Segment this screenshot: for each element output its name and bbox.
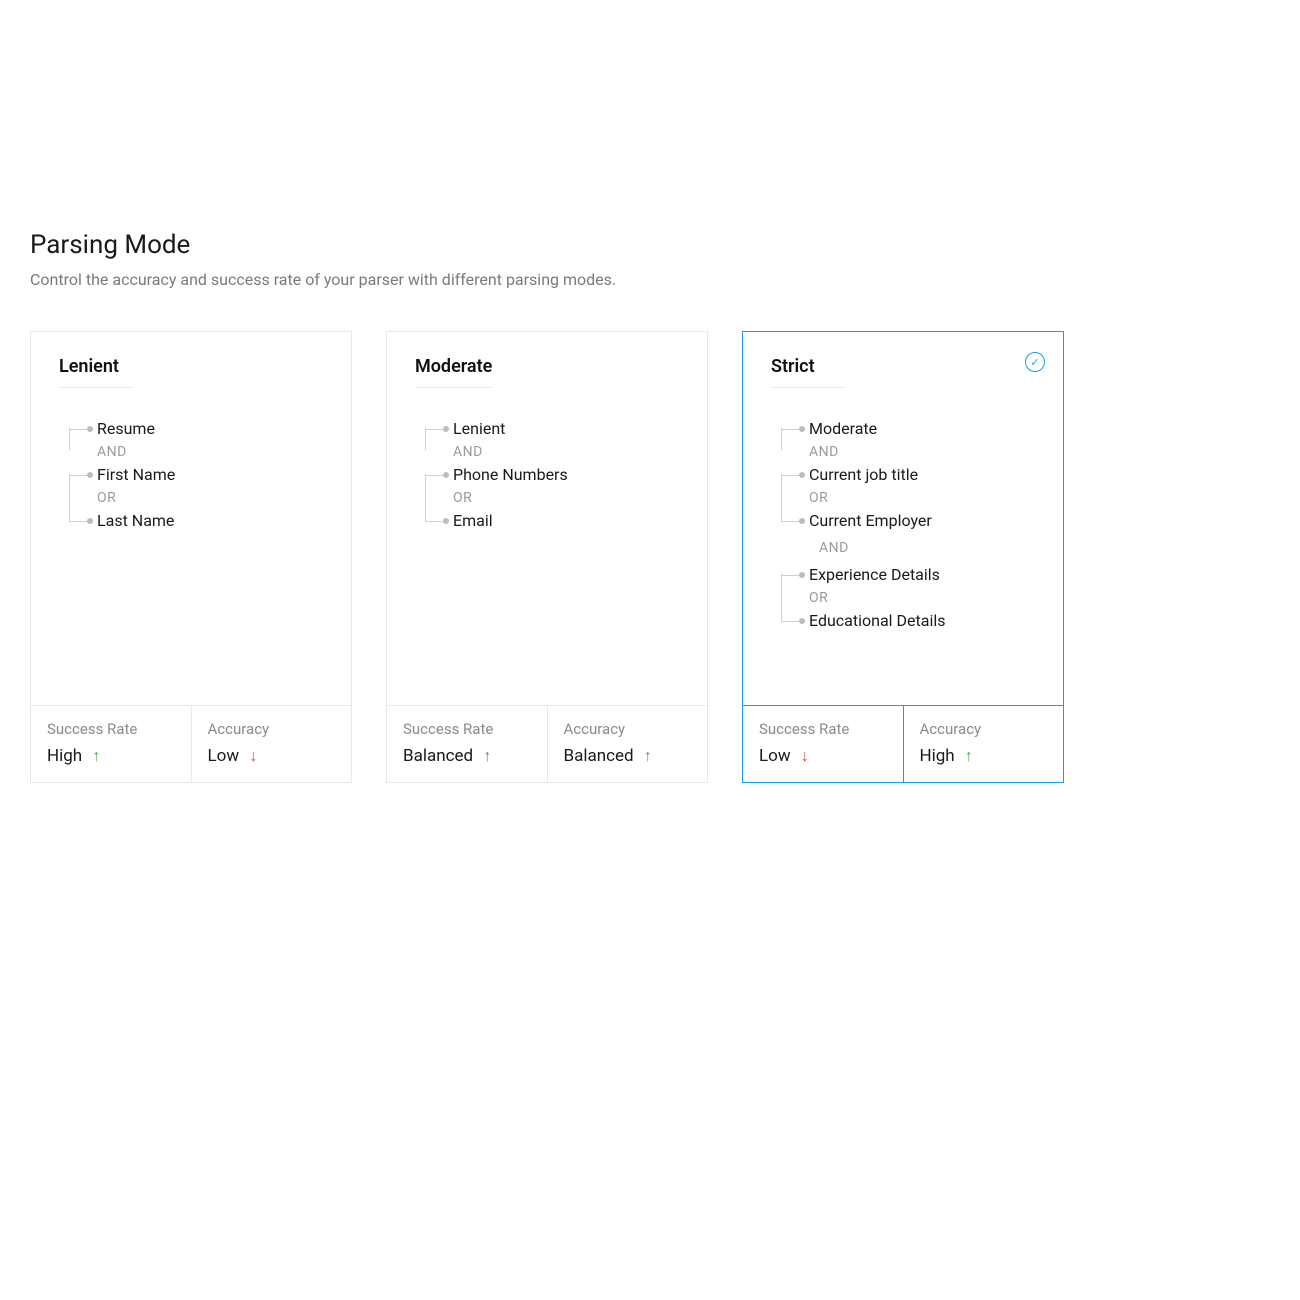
rule-node: Educational Details (781, 610, 1035, 632)
metric-accuracy: Accuracy Balanced ↑ (547, 706, 708, 782)
rule-tree: Lenient AND Phone Numbers OR Email (415, 418, 679, 532)
page-subtitle: Control the accuracy and success rate of… (30, 270, 1270, 289)
metric-accuracy: Accuracy High ↑ (903, 706, 1064, 782)
metric-label: Accuracy (564, 720, 692, 738)
metric-value: Balanced (403, 746, 473, 766)
rule-node: Last Name (69, 510, 323, 532)
metric-label: Success Rate (47, 720, 175, 738)
metric-success-rate: Success Rate High ↑ (31, 706, 191, 782)
metric-label: Accuracy (920, 720, 1048, 738)
rule-node: Experience Details (781, 564, 1035, 586)
rule-node: Current job title (781, 464, 1035, 486)
arrow-up-icon: ↑ (483, 746, 491, 766)
rule-node: First Name (69, 464, 323, 486)
rule-operator: OR (781, 490, 1035, 506)
metric-value: Balanced (564, 746, 634, 766)
metric-value: High (47, 746, 82, 766)
rule-operator: AND (425, 444, 679, 460)
arrow-down-icon: ↓ (249, 746, 257, 766)
metric-value: Low (759, 746, 791, 766)
card-title: Lenient (59, 356, 133, 388)
rule-operator: OR (425, 490, 679, 506)
rule-operator: AND (781, 540, 1035, 556)
metric-label: Accuracy (208, 720, 336, 738)
parsing-mode-card-moderate[interactable]: Moderate Lenient AND Phone Numbers OR Em… (386, 331, 708, 783)
rule-node: Phone Numbers (425, 464, 679, 486)
arrow-up-icon: ↑ (644, 746, 652, 766)
metric-value: Low (208, 746, 240, 766)
metric-label: Success Rate (403, 720, 531, 738)
rule-operator: AND (781, 444, 1035, 460)
rule-node: Resume (69, 418, 323, 440)
rule-tree: Moderate AND Current job title OR Curren… (771, 418, 1035, 632)
rule-operator: OR (69, 490, 323, 506)
rule-node: Moderate (781, 418, 1035, 440)
page-title: Parsing Mode (30, 230, 1270, 260)
rule-tree: Resume AND First Name OR Last Name (59, 418, 323, 532)
parsing-mode-card-strict[interactable]: ✓ Strict Moderate AND Current job title … (742, 331, 1064, 783)
metric-value: High (920, 746, 955, 766)
metric-accuracy: Accuracy Low ↓ (191, 706, 352, 782)
rule-node: Lenient (425, 418, 679, 440)
rule-operator: AND (69, 444, 323, 460)
parsing-mode-card-lenient[interactable]: Lenient Resume AND First Name OR Last Na… (30, 331, 352, 783)
rule-node: Email (425, 510, 679, 532)
parsing-mode-cards: Lenient Resume AND First Name OR Last Na… (30, 331, 1270, 783)
arrow-up-icon: ↑ (965, 746, 973, 766)
card-title: Moderate (415, 356, 492, 388)
metric-success-rate: Success Rate Low ↓ (743, 706, 903, 782)
rule-node: Current Employer (781, 510, 1035, 532)
card-title: Strict (771, 356, 845, 388)
selected-check-icon: ✓ (1025, 352, 1045, 372)
arrow-up-icon: ↑ (92, 746, 100, 766)
arrow-down-icon: ↓ (801, 746, 809, 766)
metric-success-rate: Success Rate Balanced ↑ (387, 706, 547, 782)
rule-operator: OR (781, 590, 1035, 606)
metric-label: Success Rate (759, 720, 887, 738)
